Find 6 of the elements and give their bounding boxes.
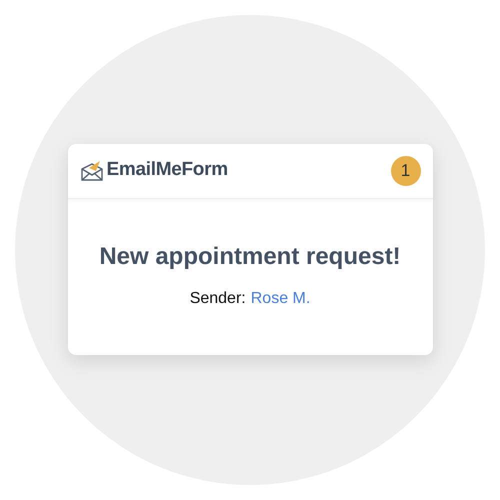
message-title: New appointment request!: [99, 242, 401, 272]
count-badge: 1: [390, 156, 420, 186]
sender-label: Sender:: [190, 288, 246, 308]
sender-name: Rose M.: [250, 288, 310, 308]
brand-name: EmailMeForm: [106, 158, 228, 182]
envelope-icon: [80, 160, 104, 182]
